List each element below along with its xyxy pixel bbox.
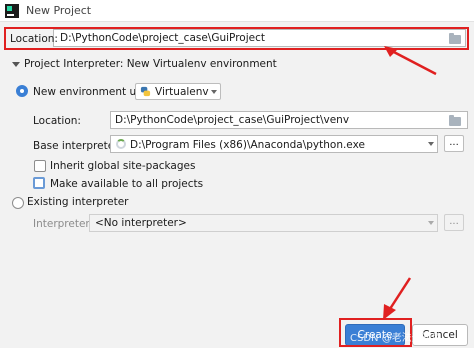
make-available-label[interactable]: Make available to all projects (50, 178, 203, 190)
app-icon (5, 4, 19, 18)
inherit-packages-label[interactable]: Inherit global site-packages (50, 160, 195, 172)
watermark: CSDN @老法无知鱼 (350, 333, 442, 344)
inherit-packages-checkbox[interactable] (34, 160, 46, 172)
venv-location-value[interactable]: D:\PythonCode\project_case\GuiProject\ve… (115, 114, 349, 126)
make-available-checkbox[interactable] (33, 177, 45, 189)
chevron-down-icon[interactable] (12, 62, 20, 67)
base-interpreter-value: D:\Program Files (x86)\Anaconda\python.e… (130, 139, 365, 151)
venv-location-label: Location: (33, 115, 81, 127)
folder-icon[interactable] (449, 115, 461, 126)
base-interpreter-browse-button[interactable]: ... (444, 135, 464, 152)
environment-tool-value: Virtualenv (155, 86, 209, 98)
chevron-down-icon (428, 221, 434, 225)
existing-interpreter-label[interactable]: Existing interpreter (27, 196, 129, 208)
interpreter-browse-button[interactable]: ... (444, 214, 464, 231)
annotation-arrow-bottom (383, 277, 412, 320)
window-title: New Project (26, 4, 92, 17)
chevron-down-icon (211, 90, 217, 94)
chevron-down-icon (428, 142, 434, 146)
python-icon (140, 86, 151, 97)
base-interpreter-label: Base interpreter: (33, 140, 122, 152)
new-environment-radio[interactable] (16, 85, 28, 97)
annotation-arrow-top (384, 46, 437, 76)
existing-interpreter-radio[interactable] (12, 197, 24, 209)
spinner-icon (116, 139, 126, 149)
interpreter-section-title[interactable]: Project Interpreter: New Virtualenv envi… (24, 58, 277, 70)
interpreter-value: <No interpreter> (95, 217, 187, 229)
interpreter-label: Interpreter: (33, 218, 94, 230)
